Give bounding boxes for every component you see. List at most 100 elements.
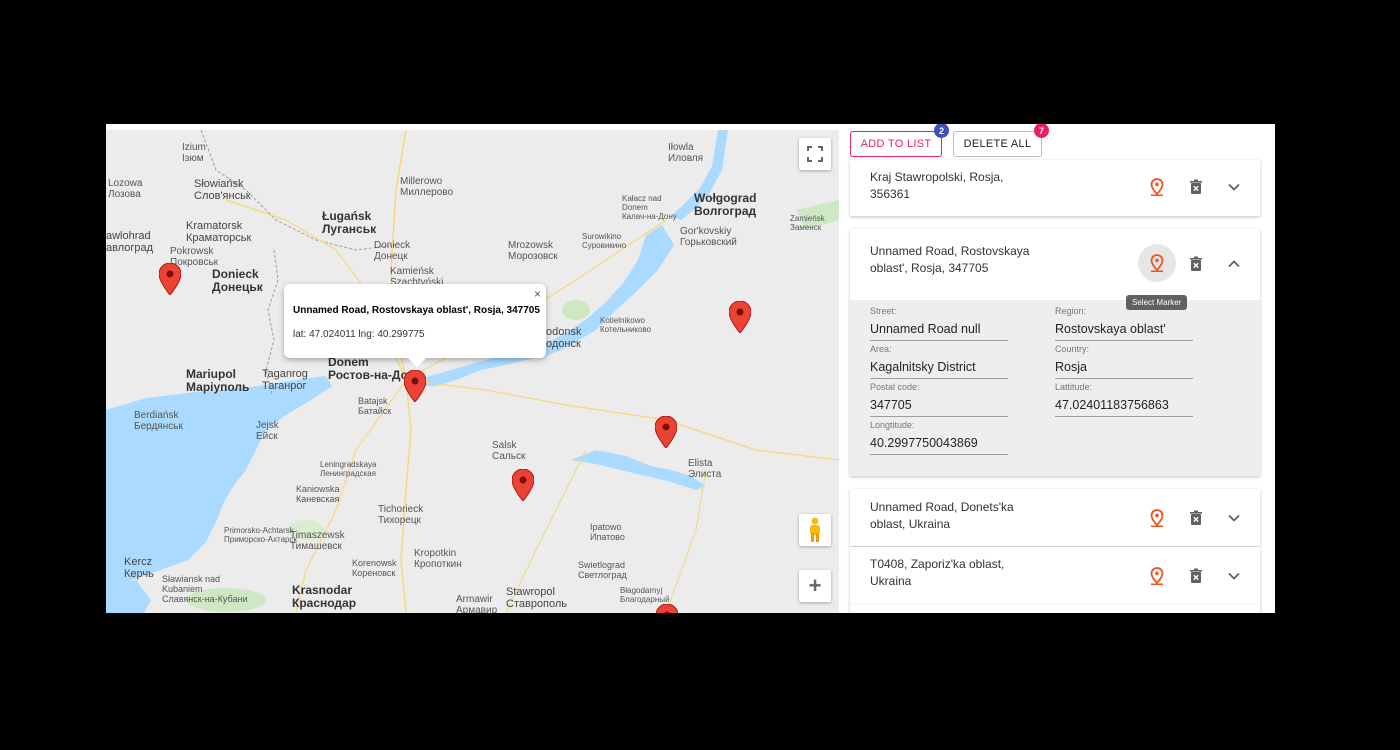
area-field: Area: Kagalnitsky District — [870, 344, 1008, 379]
info-window-coords: lat: 47.024011 lng: 40.299775 — [293, 329, 425, 340]
street-value[interactable]: Unnamed Road null — [870, 318, 1008, 341]
info-window-close-button[interactable]: × — [534, 287, 541, 301]
fullscreen-button[interactable] — [799, 138, 831, 170]
map-marker[interactable] — [159, 263, 181, 295]
delete-count-value: 7 — [1038, 125, 1044, 136]
city-label: Armawir Армавир — [456, 594, 498, 613]
street-view-button[interactable] — [799, 514, 831, 546]
select-marker-button[interactable] — [1147, 566, 1167, 586]
city-label: Timaszewsk Тимашевск — [290, 530, 345, 552]
expand-button[interactable] — [1224, 177, 1244, 197]
location-pin-icon — [1150, 178, 1164, 196]
trash-icon — [1190, 568, 1202, 583]
city-label: Donieck Донецк — [374, 240, 411, 262]
city-label: Donieck Донецьк — [212, 267, 263, 294]
city-label: Izium Ізюм — [182, 142, 206, 164]
app-window: Izium Ізюм Lozowa Лозова Słowiańsk Слов'янс… — [106, 124, 1275, 613]
trash-icon — [1190, 510, 1202, 525]
location-card-expanded[interactable]: Unnamed Road, Rostovskaya oblast', Rosja… — [850, 229, 1260, 476]
postal-code-field: Postal code: 347705 — [870, 382, 1008, 417]
chevron-down-icon — [1228, 183, 1240, 191]
city-label: Krasnodar Краснодар — [292, 583, 357, 610]
location-card[interactable]: Unnamed Road, Donets'ka oblast, Ukraina — [850, 489, 1260, 546]
delete-location-button[interactable] — [1186, 254, 1206, 274]
chevron-down-icon — [1228, 514, 1240, 522]
expand-button[interactable] — [1224, 566, 1244, 586]
add-to-list-label: ADD TO LIST — [860, 138, 932, 150]
country-value[interactable]: Rosja — [1055, 356, 1193, 379]
city-label: Primorsko-Achtarsk Приморско-Ахтарск — [224, 526, 297, 544]
postal-code-value[interactable]: 347705 — [870, 394, 1008, 417]
delete-location-button[interactable] — [1186, 566, 1206, 586]
map-view[interactable]: Izium Ізюм Lozowa Лозова Słowiańsk Слов'янс… — [106, 130, 839, 613]
city-label: Kercz Керчь — [124, 556, 154, 580]
city-label: Ługańsk Луганськ — [322, 209, 377, 236]
location-card-partial[interactable] — [850, 605, 1260, 613]
delete-all-button[interactable]: DELETE ALL — [953, 131, 1042, 157]
add-count-badge: 2 — [934, 124, 949, 138]
map-marker[interactable] — [655, 416, 677, 448]
trash-icon — [1190, 256, 1202, 271]
location-card[interactable]: Kraj Stawropolski, Rosja, 356361 — [850, 160, 1260, 216]
fullscreen-icon — [807, 146, 823, 162]
area-label: Area: — [870, 344, 892, 354]
latitude-label: Lattitude: — [1055, 382, 1093, 392]
city-label: Mariupol Маріуполь — [186, 367, 250, 394]
plus-icon: + — [808, 573, 822, 598]
area-value[interactable]: Kagalnitsky District — [870, 356, 1008, 379]
city-label: Taganrog Таганрог — [262, 368, 308, 392]
location-pin-icon — [1150, 254, 1164, 272]
select-marker-button[interactable] — [1147, 253, 1167, 273]
city-label: Elista Элиста — [688, 458, 722, 480]
map-marker[interactable] — [512, 469, 534, 501]
delete-all-label: DELETE ALL — [963, 138, 1032, 150]
city-label: Kałacz nad Donem Калач-на-Дону — [622, 194, 677, 221]
location-panel: ADD TO LIST 2 DELETE ALL 7 Kraj Stawropo… — [850, 124, 1261, 613]
trash-icon — [1190, 179, 1202, 194]
select-marker-button[interactable] — [1147, 177, 1167, 197]
location-pin-icon — [1150, 509, 1164, 527]
city-label: Zamieńsk Заменск — [790, 214, 825, 232]
city-label: Kropotkin Кропоткин — [414, 548, 462, 570]
chevron-down-icon — [1228, 572, 1240, 580]
chevron-up-icon — [1228, 260, 1240, 268]
map-marker[interactable] — [729, 301, 751, 333]
street-field: Street: Unnamed Road null — [870, 306, 1008, 341]
map-marker[interactable] — [656, 604, 678, 613]
collapse-button[interactable] — [1224, 254, 1244, 274]
region-field: Region: Rostovskaya oblast' — [1055, 306, 1193, 341]
zoom-in-button[interactable]: + — [799, 570, 831, 602]
add-count-value: 2 — [938, 125, 944, 136]
city-label: Korenowsk Кореновск — [352, 558, 397, 578]
postal-code-label: Postal code: — [870, 382, 920, 392]
select-marker-button[interactable] — [1147, 508, 1167, 528]
add-to-list-button[interactable]: ADD TO LIST — [850, 131, 942, 157]
longitude-value[interactable]: 40.2997750043869 — [870, 432, 1008, 455]
select-marker-tooltip: Select Marker — [1126, 295, 1188, 310]
delete-location-button[interactable] — [1186, 508, 1206, 528]
city-label: Kotielnikowo Котельниково — [600, 316, 652, 334]
latitude-field: Lattitude: 47.02401183756863 — [1055, 382, 1193, 417]
location-address: Kraj Stawropolski, Rosja, 356361 — [870, 170, 1004, 201]
expand-button[interactable] — [1224, 508, 1244, 528]
location-pin-icon — [1150, 567, 1164, 585]
delete-location-button[interactable] — [1186, 177, 1206, 197]
city-label: Ipatowo Ипатово — [590, 522, 625, 542]
map-marker[interactable] — [404, 370, 426, 402]
street-label: Street: — [870, 306, 897, 316]
city-label: Salsk Сальск — [492, 440, 526, 462]
region-value[interactable]: Rostovskaya oblast' — [1055, 318, 1193, 341]
info-window-title: Unnamed Road, Rostovskaya oblast', Rosja… — [293, 305, 540, 316]
city-label: Sławiansk nad Kubaniem Славянск-на-Кубани — [162, 574, 248, 604]
longitude-label: Longtitude: — [870, 420, 915, 430]
latitude-value[interactable]: 47.02401183756863 — [1055, 394, 1193, 417]
location-card[interactable]: T0408, Zaporiz'ka oblast, Ukraina — [850, 547, 1260, 605]
city-label: awlohrad авлоград — [106, 230, 154, 254]
pegman-icon — [810, 517, 820, 542]
location-address: Unnamed Road, Rostovskaya oblast', Rosja… — [870, 244, 1030, 275]
location-details: Street: Unnamed Road null Region: Rostov… — [850, 300, 1260, 476]
country-label: Country: — [1055, 344, 1090, 354]
city-label: Berdiańsk Бердянськ — [134, 410, 183, 432]
city-label: Lozowa Лозова — [108, 178, 143, 200]
city-label: Batajsk Батайск — [358, 396, 392, 416]
